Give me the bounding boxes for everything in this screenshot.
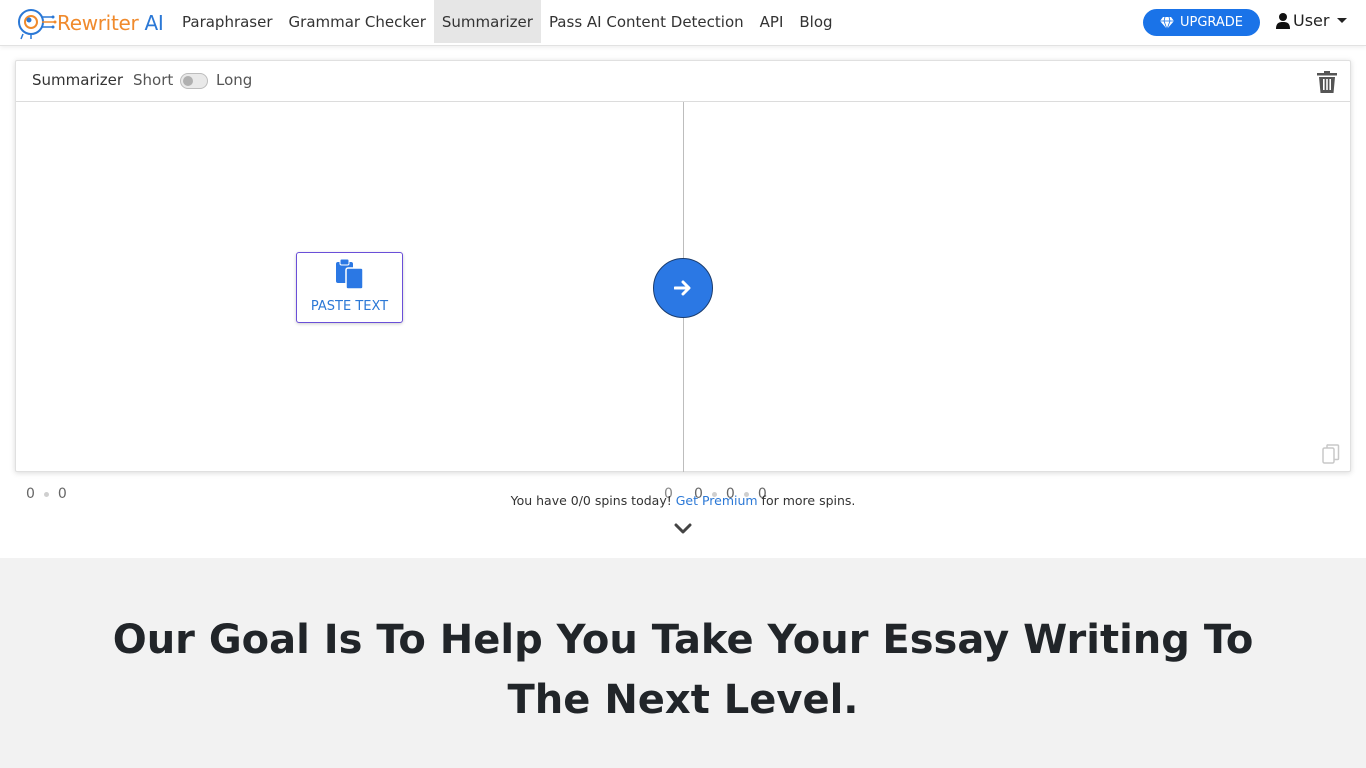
get-premium-link[interactable]: Get Premium (676, 493, 758, 508)
nav-item-grammar-checker[interactable]: Grammar Checker (281, 0, 434, 43)
brand-name: Rewriter AI (57, 11, 164, 35)
spins-info: You have 0/0 spins today! Get Premium fo… (0, 493, 1366, 508)
paste-text-label: PASTE TEXT (310, 299, 389, 314)
card-header: Summarizer Short Long (16, 61, 1350, 102)
clipboard-icon (336, 259, 364, 289)
nav-item-paraphraser[interactable]: Paraphraser (174, 0, 281, 43)
tool-title: Summarizer (32, 71, 124, 89)
mode-long-label: Long (216, 71, 253, 89)
main-nav: Paraphraser Grammar Checker Summarizer P… (174, 0, 841, 46)
paste-text-button[interactable]: PASTE TEXT (296, 252, 403, 323)
chevron-down-icon[interactable] (674, 522, 692, 536)
arrow-right-icon (674, 280, 691, 296)
user-menu[interactable]: User (1276, 11, 1348, 30)
nav-item-blog[interactable]: Blog (791, 0, 840, 43)
top-navbar: Rewriter AI Paraphraser Grammar Checker … (0, 0, 1366, 46)
nav-item-summarizer[interactable]: Summarizer (433, 0, 541, 43)
upgrade-button[interactable]: UPGRADE (1143, 9, 1260, 36)
mode-short-label: Short (133, 71, 174, 89)
input-pane[interactable]: PASTE TEXT 0 0 0 (16, 102, 683, 502)
caret-down-icon (1337, 17, 1348, 23)
diamond-icon (1159, 16, 1174, 29)
length-toggle[interactable] (180, 73, 208, 89)
upgrade-label: UPGRADE (1179, 15, 1244, 30)
trash-icon[interactable] (1317, 71, 1337, 93)
brand-logo[interactable]: Rewriter AI (15, 5, 164, 41)
spins-prefix: You have 0/0 spins today! (510, 493, 676, 508)
nav-item-pass-ai-detection[interactable]: Pass AI Content Detection (541, 0, 752, 43)
summarize-button[interactable] (653, 258, 713, 318)
output-pane: 0 0 0 (684, 102, 1351, 502)
user-icon (1276, 12, 1290, 29)
copy-icon[interactable] (1322, 444, 1340, 464)
goal-section: Our Goal Is To Help You Take Your Essay … (0, 558, 1366, 768)
user-label: User (1293, 11, 1330, 30)
brain-circuit-icon (18, 9, 57, 40)
toggle-knob (183, 76, 193, 86)
spins-suffix: for more spins. (757, 493, 856, 508)
nav-item-api[interactable]: API (752, 0, 792, 43)
summarizer-card: Summarizer Short Long PASTE TEXT 0 0 0 0… (15, 60, 1351, 502)
goal-heading: Our Goal Is To Help You Take Your Essay … (112, 617, 1254, 723)
